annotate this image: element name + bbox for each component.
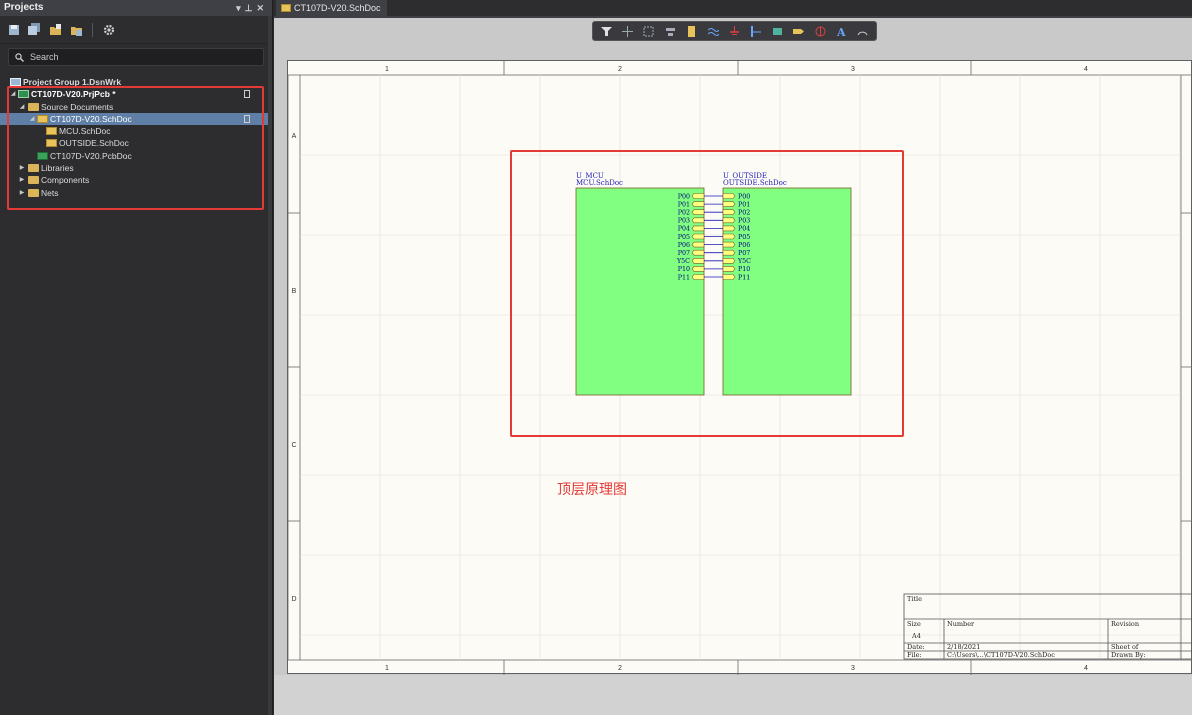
drawn-by-label: Drawn By: [1111,651,1146,659]
sheet-symbol-icon[interactable] [770,24,784,39]
size-label: Size [907,620,921,628]
date-value: 2/18/2021 [947,643,980,651]
sheet-highlight-box [510,150,904,437]
port-icon[interactable] [792,24,806,39]
save-all-icon[interactable] [27,22,42,37]
canvas-background [274,675,1192,715]
active-bar-toolbar: A [592,21,877,41]
size-value: A4 [911,632,921,640]
annotation-caption: 顶层原理图 [557,481,627,497]
sheet-label: Sheet of [1111,643,1139,651]
zone-col-label: 3 [851,66,855,73]
select-rect-icon[interactable] [642,24,656,39]
number-label: Number [947,620,975,628]
search-icon [15,52,24,62]
title-block: Title Size A4 Number Revision Date: 2/18… [903,593,1192,660]
bus-icon[interactable] [749,24,763,39]
search-placeholder: Search [30,52,59,62]
file-label: File: [907,651,922,659]
zone-col-label: 3 [851,665,855,672]
toolbar-separator [92,22,93,37]
open-folder-icon[interactable] [48,22,63,37]
panel-toolbar [0,16,272,44]
align-icon[interactable] [663,24,677,39]
svg-text:A: A [836,26,846,37]
search-input[interactable]: Search [8,48,264,66]
filter-icon[interactable] [599,24,613,39]
gear-icon[interactable] [101,22,116,37]
panel-header: Projects ▾⊥✕ [0,0,272,16]
tree-highlight-box [7,86,264,210]
place-part-icon[interactable] [685,24,699,39]
document-tabbar: CT107D-V20.SchDoc [274,0,1192,16]
crosshair-icon[interactable] [620,24,634,39]
directive-icon[interactable] [813,24,827,39]
tab-label: CT107D-V20.SchDoc [294,3,381,13]
zone-col-label: 4 [1084,665,1088,672]
text-icon[interactable]: A [834,24,848,39]
title-label: Title [907,595,922,603]
close-icon[interactable]: ✕ [256,3,268,13]
panel-title: Projects [4,2,44,13]
zone-row-label: A [292,133,297,140]
panel-controls: ▾⊥✕ [236,0,268,16]
wire-icon[interactable] [706,24,720,39]
projects-panel: Projects ▾⊥✕ Search Project Group 1.DsnW… [0,0,273,715]
schematic-doc-icon [281,4,291,12]
date-label: Date: [907,643,925,651]
zone-row-label: D [291,596,296,603]
panel-menu-icon[interactable]: ▾ [236,3,245,13]
arc-icon[interactable] [856,24,870,39]
power-port-icon[interactable] [727,24,741,39]
altium-window: Projects ▾⊥✕ Search Project Group 1.DsnW… [0,0,1192,715]
file-value: C:\Users\...\CT107D-V20.SchDoc [947,651,1055,659]
zone-col-label: 2 [618,66,622,73]
zone-col-label: 1 [385,66,389,73]
save-icon[interactable] [6,22,21,37]
revision-label: Revision [1111,620,1139,628]
zone-row-label: B [292,288,297,295]
tab-underline [274,16,1192,18]
zone-col-label: 4 [1084,66,1088,73]
tab-schdoc[interactable]: CT107D-V20.SchDoc [276,0,387,16]
zone-row-label: C [291,442,296,449]
zone-col-label: 1 [385,665,389,672]
project-group-icon [10,78,21,86]
pin-icon[interactable]: ⊥ [245,3,257,13]
zone-col-label: 2 [618,665,622,672]
project-options-icon[interactable] [69,22,84,37]
panel-scrollbar[interactable] [268,16,272,715]
document-area: CT107D-V20.SchDoc A 1 2 3 4 1 2 3 4 A B … [274,0,1192,715]
